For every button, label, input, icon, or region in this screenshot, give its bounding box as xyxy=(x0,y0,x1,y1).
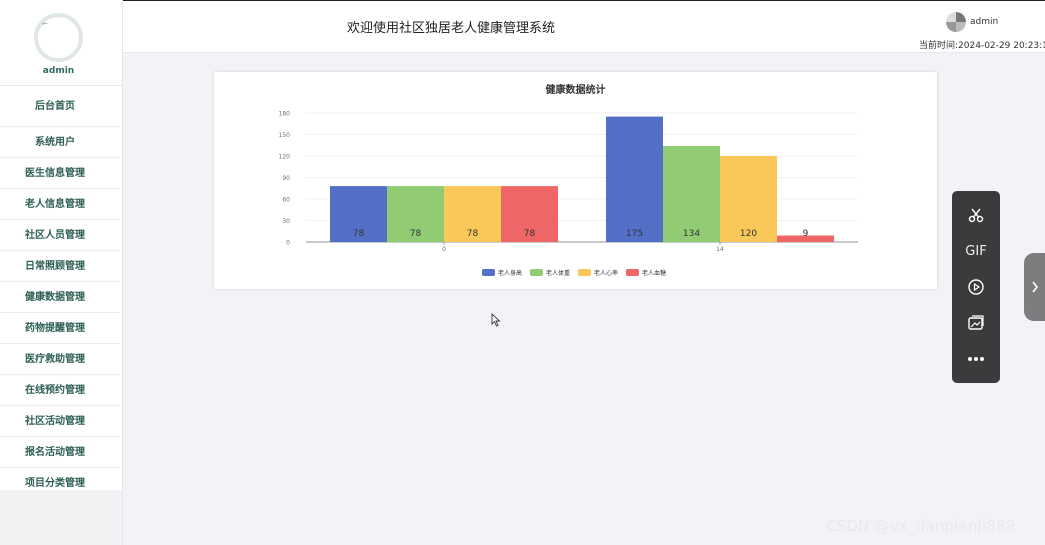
bar xyxy=(606,116,663,242)
legend-label: 老人身高 xyxy=(498,269,522,277)
scissors-icon xyxy=(968,208,984,223)
sidebar-item-community-activity[interactable]: 社区活动管理 xyxy=(0,406,120,437)
x-tick-label: 0 xyxy=(442,246,446,253)
legend-label: 老人血糖 xyxy=(642,269,666,277)
bar xyxy=(663,145,720,242)
y-tick-label: 150 xyxy=(279,132,291,139)
broken-image-icon: ⌐ xyxy=(42,20,48,28)
image-icon xyxy=(968,315,984,330)
sidebar-item-medication-reminder[interactable]: 药物提醒管理 xyxy=(0,313,120,344)
watermark: CSDN @vx_danpianji889 xyxy=(826,517,1016,535)
bar-value-label: 9 xyxy=(803,229,809,239)
bar-value-label: 120 xyxy=(740,229,757,239)
legend-swatch xyxy=(626,269,639,276)
current-time-value: 2024-02-29 20:23:14 xyxy=(958,41,1045,51)
sidebar-item-home[interactable]: 后台首页 xyxy=(0,86,120,127)
gif-icon: GIF xyxy=(965,243,987,259)
bar-value-label: 78 xyxy=(524,229,536,239)
user-avatar[interactable] xyxy=(946,12,966,32)
sidebar-item-online-appointment[interactable]: 在线预约管理 xyxy=(0,375,120,406)
floating-toolbar: GIF xyxy=(952,191,1000,383)
y-tick-label: 180 xyxy=(279,111,291,118)
legend-swatch xyxy=(530,269,543,276)
sidebar-panel: ⌐ admin 后台首页 系统用户 医生信息管理 老人信息管理 社区人员管理 日… xyxy=(0,0,122,490)
legend-swatch xyxy=(578,269,591,276)
legend-label: 老人体重 xyxy=(546,269,570,277)
y-tick-label: 120 xyxy=(279,154,291,161)
sidebar-item-medical-aid[interactable]: 医疗救助管理 xyxy=(0,344,120,375)
current-time: 当前时间:2024-02-29 20:23:14 xyxy=(919,38,1045,51)
y-tick-label: 90 xyxy=(282,175,290,182)
image-button[interactable] xyxy=(952,309,1000,337)
header-username[interactable]: admin xyxy=(970,17,998,27)
sidebar-item-project-category[interactable]: 项目分类管理 xyxy=(0,468,120,490)
chevron-right-icon xyxy=(1031,281,1038,293)
sidebar-item-community-staff[interactable]: 社区人员管理 xyxy=(0,220,120,251)
sidebar-item-elder-info[interactable]: 老人信息管理 xyxy=(0,189,120,220)
y-tick-label: 0 xyxy=(286,240,290,247)
page-title: 欢迎使用社区独居老人健康管理系统 xyxy=(347,21,556,36)
current-time-label: 当前时间: xyxy=(919,41,959,51)
more-icon xyxy=(968,357,984,361)
bar-value-label: 134 xyxy=(683,229,700,239)
health-stats-chart-card: 健康数据统计 0 30 60 90 120 150 180 78 78 78 78 0 175 134 12… xyxy=(214,72,937,289)
record-button[interactable] xyxy=(952,273,1000,301)
sidebar-admin-name: admin xyxy=(42,66,75,76)
sidebar: ⌐ admin 后台首页 系统用户 医生信息管理 老人信息管理 社区人员管理 日… xyxy=(0,0,123,545)
health-stats-chart: 0 30 60 90 120 150 180 78 78 78 78 0 175 134 120 9 14 老人身… xyxy=(279,111,858,277)
sidebar-item-doctor-info[interactable]: 医生信息管理 xyxy=(0,158,120,189)
y-tick-label: 60 xyxy=(282,197,290,204)
sidebar-item-system-users[interactable]: 系统用户 xyxy=(0,127,120,158)
bar-value-label: 78 xyxy=(353,229,365,239)
bar-value-label: 78 xyxy=(467,229,479,239)
sidebar-menu: 后台首页 系统用户 医生信息管理 老人信息管理 社区人员管理 日常照顾管理 健康… xyxy=(0,86,122,490)
sidebar-profile: ⌐ admin xyxy=(0,0,122,86)
bar-value-label: 175 xyxy=(626,229,643,239)
side-expand-tab[interactable] xyxy=(1024,253,1045,321)
sidebar-item-daily-care[interactable]: 日常照顾管理 xyxy=(0,251,120,282)
top-header: 欢迎使用社区独居老人健康管理系统 admin 当前时间:2024-02-29 2… xyxy=(123,0,1045,53)
scissors-button[interactable] xyxy=(952,201,1000,229)
legend-swatch xyxy=(482,269,495,276)
y-tick-label: 30 xyxy=(282,218,290,225)
x-tick-label: 14 xyxy=(716,246,724,253)
record-icon xyxy=(968,279,984,295)
gif-button[interactable]: GIF xyxy=(952,237,1000,265)
sidebar-item-activity-signup[interactable]: 报名活动管理 xyxy=(0,437,120,468)
mouse-cursor-icon xyxy=(491,313,501,327)
sidebar-item-health-data[interactable]: 健康数据管理 xyxy=(0,282,120,313)
more-button[interactable] xyxy=(952,345,1000,373)
bar-value-label: 78 xyxy=(410,229,422,239)
legend-label: 老人心率 xyxy=(594,269,618,277)
